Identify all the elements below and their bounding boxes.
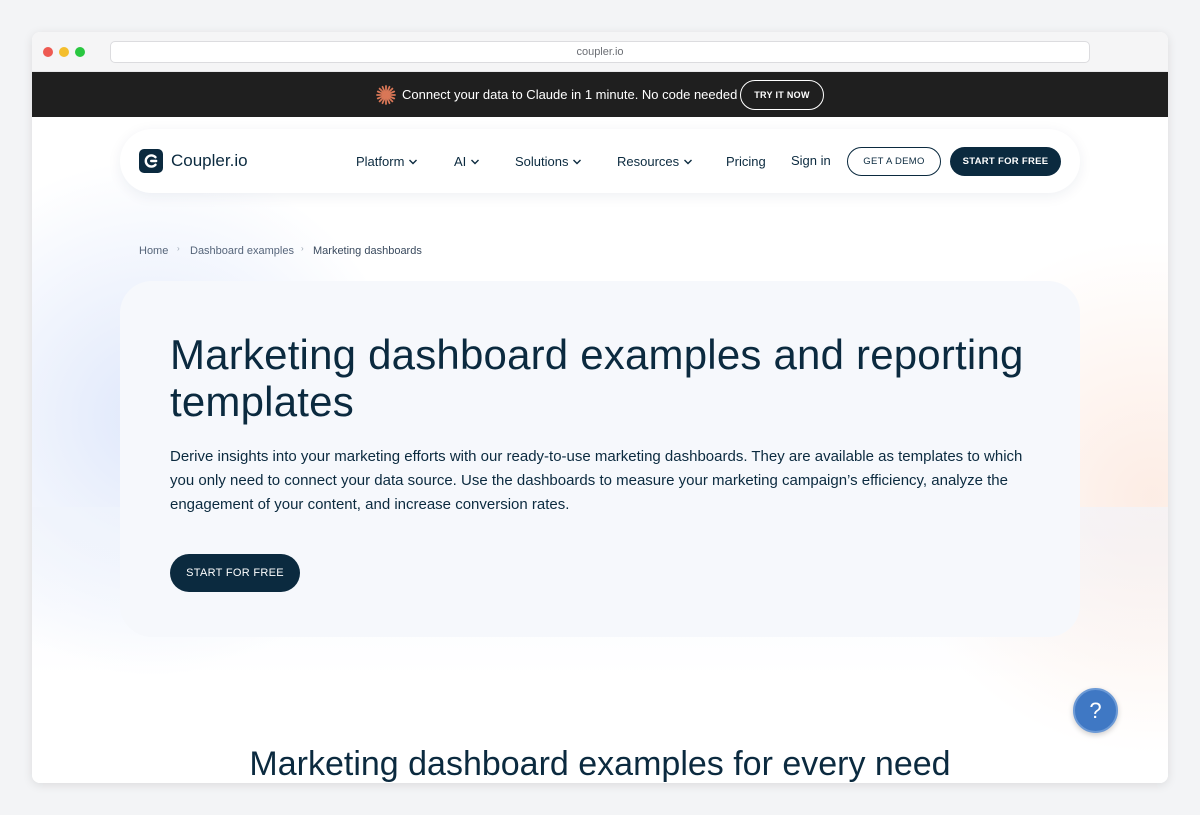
nav-item-label: Solutions: [515, 154, 569, 169]
chevron-down-icon: [471, 159, 480, 164]
help-button[interactable]: ?: [1073, 688, 1118, 733]
try-it-now-button[interactable]: TRY IT NOW: [740, 80, 824, 110]
close-window-button[interactable]: [43, 47, 53, 57]
hero-start-for-free-button[interactable]: START FOR FREE: [170, 554, 300, 592]
sign-in-label: Sign in: [791, 153, 831, 168]
get-a-demo-button[interactable]: GET A DEMO: [847, 147, 941, 176]
chevron-down-icon: [409, 159, 418, 164]
nav-item-label: AI: [454, 154, 467, 169]
coupler-logo-icon[interactable]: [139, 149, 163, 173]
claude-starburst-icon: [376, 85, 396, 105]
hero-card: Marketing dashboard examples and reporti…: [120, 281, 1080, 637]
hero-description: Derive insights into your marketing effo…: [170, 448, 1023, 513]
page-title: Marketing dashboard examples and reporti…: [170, 331, 1024, 425]
promo-text: Connect your data to Claude in 1 minute.…: [402, 87, 738, 102]
nav-item-label: Pricing: [726, 154, 766, 169]
nav-item-platform[interactable]: Platform: [356, 154, 418, 169]
nav-item-pricing[interactable]: Pricing: [726, 154, 766, 169]
breadcrumb-dashboard-examples[interactable]: Dashboard examples: [190, 245, 294, 257]
breadcrumb-home[interactable]: Home: [139, 245, 168, 257]
logo-text[interactable]: Coupler.io: [171, 151, 248, 171]
chevron-down-icon: [573, 159, 582, 164]
minimize-window-button[interactable]: [59, 47, 69, 57]
section-title: Marketing dashboard examples for every n…: [249, 745, 951, 783]
main-nav: Coupler.io Platform AI Solutions Resourc…: [120, 129, 1080, 193]
nav-item-solutions[interactable]: Solutions: [515, 154, 582, 169]
sign-in-link[interactable]: Sign in: [791, 153, 831, 168]
nav-item-resources[interactable]: Resources: [617, 154, 693, 169]
start-for-free-button[interactable]: START FOR FREE: [950, 147, 1061, 176]
chevron-down-icon: [684, 159, 693, 164]
browser-chrome: coupler.io: [32, 32, 1168, 72]
breadcrumb-separator-icon: ›: [177, 244, 180, 253]
promo-banner: Connect your data to Claude in 1 minute.…: [32, 72, 1168, 117]
help-icon: ?: [1089, 697, 1102, 723]
browser-window: coupler.io Connect your data to Claude i…: [32, 32, 1168, 783]
nav-item-ai[interactable]: AI: [454, 154, 480, 169]
page-content: Coupler.io Platform AI Solutions Resourc…: [32, 117, 1168, 783]
nav-item-label: Resources: [617, 154, 680, 169]
nav-item-label: Platform: [356, 154, 405, 169]
address-bar[interactable]: coupler.io: [110, 41, 1090, 63]
maximize-window-button[interactable]: [75, 47, 85, 57]
breadcrumb-current: Marketing dashboards: [313, 245, 422, 257]
breadcrumb-separator-icon: ›: [301, 244, 304, 253]
